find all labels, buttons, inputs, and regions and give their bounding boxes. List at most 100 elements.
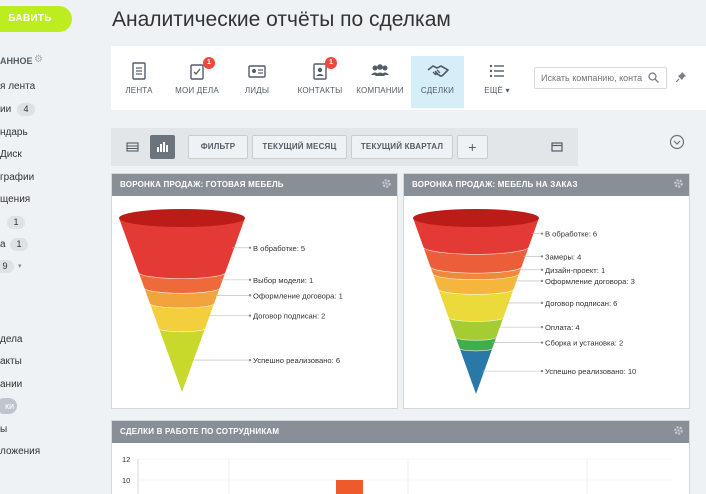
bar-chart-icon [157, 142, 168, 152]
pin-icon[interactable] [676, 72, 686, 82]
filter-button[interactable]: ФИЛЬТР [188, 135, 248, 159]
tab-label: ЛЕНТА [125, 86, 153, 95]
window-icon[interactable] [551, 142, 563, 152]
sidebar-badge-tasks: 4 [17, 103, 35, 116]
funnel-leader-dot [248, 294, 252, 297]
funnel-leader-dot [540, 268, 544, 271]
funnel-leader-dot [540, 232, 544, 235]
tab-leads[interactable]: ЛИДЫ [233, 56, 281, 108]
current-month-button[interactable]: ТЕКУЩИЙ МЕСЯЦ [252, 135, 347, 159]
funnel-stage-label: Успешно реализовано: 6 [253, 356, 340, 365]
sidebar-item-contacts[interactable]: акты [0, 356, 22, 367]
funnel-stage-label: Выбор модели: 1 [253, 276, 313, 285]
favorites-label: АННОЕ [0, 56, 33, 66]
funnel-panel-ready-furniture: ВОРОНКА ПРОДАЖ: ГОТОВАЯ МЕБЕЛЬ В обработ… [111, 173, 398, 409]
chevron-down-icon: ▾ [505, 86, 510, 95]
sidebar-item-deals[interactable]: дела [0, 334, 22, 345]
panel-title: СДЕЛКИ В РАБОТЕ ПО СОТРУДНИКАМ [112, 421, 689, 443]
funnel-top-cap [119, 209, 245, 227]
tab-tasks[interactable]: 1 МОИ ДЕЛА [171, 56, 223, 108]
funnel-leader-dot [540, 255, 544, 258]
gear-icon[interactable] [673, 425, 684, 436]
sidebar-badge-1: 1 [7, 216, 25, 229]
sidebar-item-photos[interactable]: графии [0, 172, 34, 183]
funnel-stage-label: Оформление договора: 1 [253, 291, 343, 300]
sidebar-badge-3: 9 [0, 260, 14, 273]
y-tick-label: 10 [122, 476, 130, 485]
handshake-icon [427, 65, 449, 77]
sidebar-item-messages[interactable]: щения [0, 194, 30, 205]
sidebar-item-companies[interactable]: ании [0, 379, 22, 390]
sidebar-item-tasks[interactable]: ии [0, 104, 11, 115]
panel-title: ВОРОНКА ПРОДАЖ: МЕБЕЛЬ НА ЗАКАЗ [404, 174, 689, 196]
tab-label: КОМПАНИИ [356, 86, 404, 95]
add-filter-button[interactable]: + [457, 135, 488, 159]
y-tick-label: 12 [122, 455, 130, 464]
sidebar-item-apps[interactable]: ложения [0, 446, 40, 457]
funnel-stage-label: В обработке: 5 [253, 244, 305, 253]
funnel-chart-custom-furniture: В обработке: 6 Замеры: 4 Дизайн-проект: 1 О… [413, 209, 636, 394]
sidebar-item-y[interactable]: ы [0, 424, 7, 435]
sidebar-item-a[interactable]: а [0, 239, 6, 250]
sidebar-item-disk[interactable]: Диск [0, 149, 22, 160]
tab-label: ЛИДЫ [244, 86, 270, 95]
collapse-icon[interactable] [669, 134, 685, 150]
companies-icon [371, 64, 389, 76]
sidebar-badge-2: 1 [10, 238, 28, 251]
funnel-stage-label: Замеры: 4 [545, 252, 581, 261]
funnel-panel-custom-furniture: ВОРОНКА ПРОДАЖ: МЕБЕЛЬ НА ЗАКАЗ В обрабо… [403, 173, 690, 409]
panel-title: ВОРОНКА ПРОДАЖ: ГОТОВАЯ МЕБЕЛЬ [112, 174, 397, 196]
tab-companies[interactable]: КОМПАНИИ [351, 56, 409, 108]
table-view-icon [126, 142, 139, 152]
favorites-settings-icon[interactable]: ⚙ [34, 54, 43, 65]
funnel-stage-label: Сборка и установка: 2 [545, 339, 623, 348]
current-quarter-button[interactable]: ТЕКУЩИЙ КВАРТАЛ [351, 135, 453, 159]
sidebar-item-feed[interactable]: я лента [0, 81, 35, 92]
page-title: Аналитические отчёты по сделкам [112, 8, 451, 31]
funnel-leader-dot [540, 301, 544, 305]
funnel-leader-dot [248, 278, 252, 282]
add-button[interactable]: БАВИТЬ [0, 6, 72, 32]
sidebar-item-calendar[interactable]: ндарь [0, 127, 28, 138]
tab-feed[interactable]: ЛЕНТА [117, 56, 161, 108]
tab-label: КОНТАКТЫ [297, 86, 343, 95]
chart-view-button[interactable] [150, 135, 175, 159]
bar-chart-deals-by-employee: 12 10 [122, 455, 672, 494]
contacts-badge: 1 [325, 57, 337, 69]
funnel-stage [119, 218, 245, 279]
sidebar-expand-icon[interactable]: ▾ [18, 262, 22, 270]
tab-label: СДЕЛКИ [420, 86, 455, 95]
tab-more-label: ЕЩЁ [484, 86, 504, 95]
funnel-stage-label: Оформление договора: 3 [545, 277, 635, 286]
filter-bar: ФИЛЬТР ТЕКУЩИЙ МЕСЯЦ ТЕКУЩИЙ КВАРТАЛ + [111, 128, 578, 166]
left-sidebar: БАВИТЬ АННОЕ ⚙ я лента ии 4 ндарь Диск г… [0, 0, 103, 494]
funnel-stage-label: Договор подписан: 2 [253, 312, 325, 321]
tasks-badge: 1 [203, 57, 215, 69]
gear-icon[interactable] [673, 178, 684, 189]
funnel-stage-label: Оплата: 4 [545, 323, 580, 332]
sidebar-item-selected[interactable]: ки [0, 398, 17, 414]
leads-icon [248, 65, 266, 78]
funnel-leader-dot [540, 279, 544, 283]
funnel-leader-dot [540, 341, 544, 344]
funnel-chart-ready-furniture: В обработке: 5 Выбор модели: 1 Оформление … [119, 209, 343, 392]
gear-icon[interactable] [381, 178, 392, 189]
funnel-stage-label: Дизайн-проект: 1 [545, 266, 605, 275]
feed-icon [132, 62, 146, 80]
funnel-leader-dot [248, 358, 252, 362]
funnel-leader-dot [248, 246, 252, 249]
tab-deals[interactable]: СДЕЛКИ [411, 56, 464, 108]
table-view-button[interactable] [120, 135, 145, 159]
tab-contacts[interactable]: 1 КОНТАКТЫ [289, 56, 351, 108]
funnel-leader-dot [248, 314, 252, 317]
funnel-stage-label: Договор подписан: 6 [545, 299, 617, 308]
bar-panel-deals-by-employee: СДЕЛКИ В РАБОТЕ ПО СОТРУДНИКАМ 12 10 [111, 420, 690, 494]
funnel-leader-dot [540, 369, 544, 373]
tab-more[interactable]: ЕЩЁ ▾ [473, 56, 521, 108]
tab-label: МОИ ДЕЛА [175, 86, 219, 95]
search-icon[interactable] [648, 72, 659, 83]
funnel-stage-label: В обработке: 6 [545, 230, 597, 239]
funnel-top-cap [413, 209, 539, 227]
list-icon [489, 64, 504, 78]
funnel-stage-label: Успешно реализовано: 10 [545, 367, 636, 376]
